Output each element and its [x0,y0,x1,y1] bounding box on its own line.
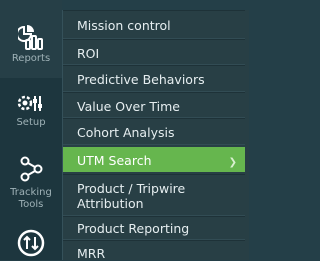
menu-item-label: Product / Tripwire Attribution [77,181,186,211]
menu-item-utm-search[interactable]: UTM Search ❯ [63,147,245,172]
menu-item-label: ROI [77,46,100,61]
nav-reports-label: Reports [11,53,51,64]
nav-tracking-tools[interactable]: Tracking Tools [0,154,62,211]
menu-item-product-reporting[interactable]: Product Reporting [63,216,245,240]
menu-item-label: Mission control [77,18,171,33]
left-nav-rail: Reports Setup Tracking Tools [0,0,62,260]
setup-icon [17,95,42,111]
menu-item-label: UTM Search [77,153,152,168]
menu-item-label: MRR [77,246,106,261]
menu-item-label: Value Over Time [77,99,180,114]
nav-reports[interactable]: Reports [0,0,62,78]
nav-setup[interactable]: Setup [0,92,62,129]
reports-icon [18,25,43,50]
reports-submenu: Mission control ROI Predictive Behaviors… [62,10,249,261]
menu-item-mrr[interactable]: MRR [63,240,245,261]
nav-setup-label: Setup [16,117,46,128]
menu-item-roi[interactable]: ROI [63,39,245,65]
menu-item-product-tripwire-attribution[interactable]: Product / Tripwire Attribution [63,174,245,216]
menu-item-mission-control[interactable]: Mission control [63,10,245,39]
menu-item-value-over-time[interactable]: Value Over Time [63,92,245,118]
menu-item-label: Product Reporting [77,221,190,236]
menu-item-predictive-behaviors[interactable]: Predictive Behaviors [63,65,245,92]
menu-item-cohort-analysis[interactable]: Cohort Analysis [63,118,245,145]
chevron-right-icon: ❯ [228,157,237,168]
menu-item-label: Cohort Analysis [77,125,175,140]
nav-tracking-tools-label: Tracking Tools [10,187,52,210]
nav-upgrade[interactable] [0,228,62,258]
tracking-tools-icon [20,156,43,182]
upgrade-icon [17,229,45,257]
menu-item-label: Predictive Behaviors [77,72,205,87]
